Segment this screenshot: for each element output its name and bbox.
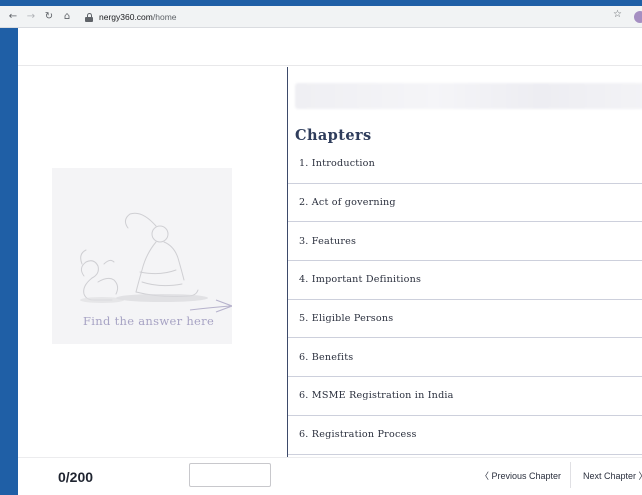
chapter-label: 3. Features (299, 235, 357, 247)
lock-icon (85, 12, 93, 22)
blurred-banner (295, 83, 642, 109)
url-host: nergy360.com (99, 12, 153, 22)
home-icon[interactable]: ⌂ (60, 10, 74, 24)
chapter-item[interactable]: 6. Registration Process (288, 416, 642, 455)
chapter-item[interactable]: 6. MSME Registration in India (288, 377, 642, 416)
back-icon[interactable]: ← (6, 10, 20, 24)
next-chapter-button[interactable]: Next Chapter 〉 (583, 469, 642, 482)
find-answer-caption: Find the answer here (83, 314, 215, 328)
chapter-item[interactable]: 3. Features (288, 222, 642, 262)
child-shadow (80, 297, 124, 303)
chapter-label: 2. Act of governing (299, 197, 396, 209)
chapter-item[interactable]: 6. Benefits (288, 338, 642, 378)
profile-avatar[interactable] (634, 11, 642, 23)
footer-bar: 0/200 〈 Previous Chapter Next Chapter 〉 (18, 457, 642, 495)
chapter-item[interactable]: 2. Act of governing (288, 184, 642, 223)
chapter-label: 5. Eligible Persons (299, 313, 394, 325)
browser-toolbar: ← → ↻ ⌂ nergy360.com/home ☆ (0, 6, 642, 28)
illustration-card: Find the answer here (52, 168, 232, 344)
chapter-item[interactable]: 1. Introduction (288, 145, 642, 184)
chapter-label: 6. Registration Process (299, 429, 417, 441)
chapter-label: 1. Introduction (299, 158, 375, 170)
address-bar[interactable]: nergy360.com/home (78, 9, 620, 25)
answer-input[interactable] (189, 463, 271, 487)
chapter-item[interactable]: 5. Eligible Persons (288, 300, 642, 339)
mat-shadow (116, 294, 208, 302)
footer-separator (570, 462, 571, 488)
browser-window: ← → ↻ ⌂ nergy360.com/home ☆ Find the ans… (0, 6, 642, 495)
chapter-label: 6. Benefits (299, 351, 354, 363)
score-counter: 0/200 (58, 469, 94, 485)
web-page: Find the answer here Chapters 1. Introdu… (18, 28, 642, 495)
forward-icon[interactable]: → (24, 10, 38, 24)
chapter-label: 6. MSME Registration in India (299, 390, 454, 402)
chapter-list: 1. Introduction 2. Act of governing 3. F… (288, 145, 642, 455)
url-path: /home (152, 12, 177, 22)
bookmark-star-icon[interactable]: ☆ (613, 9, 622, 20)
chapters-panel: Chapters 1. Introduction 2. Act of gover… (288, 67, 642, 457)
chapter-label: 4. Important Definitions (299, 274, 422, 286)
chapter-item[interactable]: 4. Important Definitions (288, 261, 642, 300)
illustration-panel: Find the answer here (18, 67, 287, 457)
url-text: nergy360.com/home (99, 12, 177, 22)
previous-chapter-button[interactable]: 〈 Previous Chapter (480, 469, 561, 482)
chapters-heading: Chapters (295, 127, 372, 144)
reload-icon[interactable]: ↻ (42, 10, 56, 24)
site-header (18, 28, 642, 66)
